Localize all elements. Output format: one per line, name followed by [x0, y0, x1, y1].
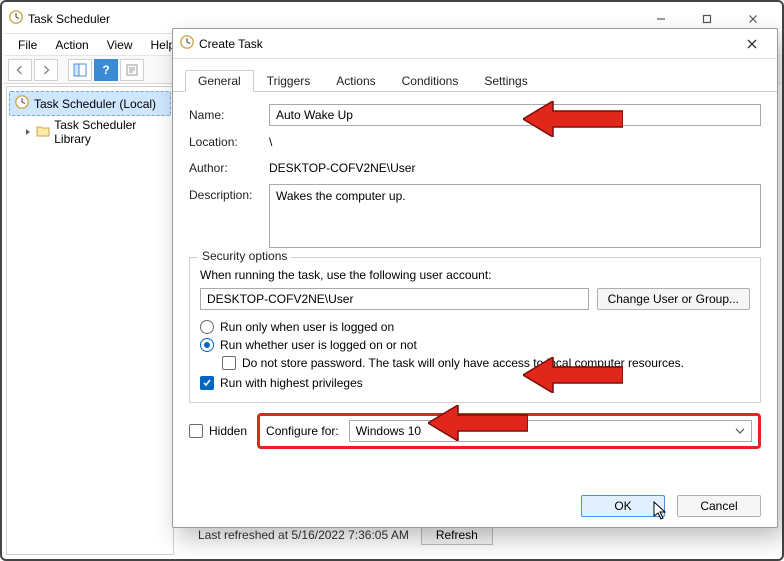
refresh-button[interactable]: Refresh [421, 525, 493, 545]
run-logged-on-label: Run only when user is logged on [220, 320, 394, 334]
security-legend: Security options [198, 249, 291, 263]
toolbar-props-button[interactable] [120, 59, 144, 81]
account-field: DESKTOP-COFV2NE\User [200, 288, 589, 310]
dialog-body: Name: Location: \ Author: DESKTOP-COFV2N… [173, 92, 777, 483]
dialog-close-button[interactable] [733, 32, 771, 56]
chevron-down-icon [735, 426, 745, 437]
caret-right-icon [23, 127, 32, 137]
change-user-button[interactable]: Change User or Group... [597, 288, 750, 310]
hidden-label: Hidden [209, 424, 247, 438]
status-text: Last refreshed at 5/16/2022 7:36:05 AM [198, 528, 409, 542]
toolbar-forward-button[interactable] [34, 59, 58, 81]
tab-actions[interactable]: Actions [323, 70, 388, 91]
create-task-dialog: Create Task General Triggers Actions Con… [172, 28, 778, 528]
menu-action[interactable]: Action [47, 36, 96, 54]
account-prompt: When running the task, use the following… [200, 268, 750, 282]
location-value: \ [269, 132, 761, 152]
checkbox-icon [189, 424, 203, 438]
tree-child-item[interactable]: Task Scheduler Library [9, 116, 171, 148]
checkbox-icon [200, 376, 214, 390]
dialog-tabs: General Triggers Actions Conditions Sett… [173, 59, 777, 92]
highest-privileges-label: Run with highest privileges [220, 376, 363, 390]
dialog-title: Create Task [195, 37, 733, 51]
tree-root-item[interactable]: Task Scheduler (Local) [9, 91, 171, 116]
dialog-buttons: OK Cancel [581, 495, 761, 517]
no-store-password-option[interactable]: Do not store password. The task will onl… [222, 356, 750, 370]
ts-title: Task Scheduler [24, 12, 638, 26]
toolbar-tree-button[interactable] [68, 59, 92, 81]
location-label: Location: [189, 135, 269, 149]
description-input[interactable] [269, 184, 761, 248]
configure-for-select[interactable]: Windows 10 [349, 420, 752, 442]
name-input[interactable] [269, 104, 761, 126]
clock-icon [179, 34, 195, 53]
folder-icon [36, 125, 50, 140]
configure-for-value: Windows 10 [356, 424, 421, 438]
checkbox-icon [222, 356, 236, 370]
highest-privileges-option[interactable]: Run with highest privileges [200, 376, 750, 390]
ts-status-bar: Last refreshed at 5/16/2022 7:36:05 AM R… [198, 525, 493, 545]
configure-for-highlight: Configure for: Windows 10 [257, 413, 761, 449]
run-whether-label: Run whether user is logged on or not [220, 338, 417, 352]
ok-button[interactable]: OK [581, 495, 665, 517]
menu-file[interactable]: File [10, 36, 45, 54]
clock-icon [8, 9, 24, 28]
security-options-group: Security options When running the task, … [189, 257, 761, 403]
author-label: Author: [189, 161, 269, 175]
hidden-option[interactable]: Hidden [189, 424, 247, 438]
clock-icon [14, 94, 30, 113]
radio-icon [200, 320, 214, 334]
run-logged-on-option[interactable]: Run only when user is logged on [200, 320, 750, 334]
author-value: DESKTOP-COFV2NE\User [269, 158, 761, 178]
tab-conditions[interactable]: Conditions [389, 70, 472, 91]
name-label: Name: [189, 108, 269, 122]
run-whether-option[interactable]: Run whether user is logged on or not [200, 338, 750, 352]
tab-settings[interactable]: Settings [471, 70, 540, 91]
tree-child-label: Task Scheduler Library [54, 118, 167, 146]
tree-root-label: Task Scheduler (Local) [34, 97, 156, 111]
menu-view[interactable]: View [99, 36, 141, 54]
no-store-password-label: Do not store password. The task will onl… [242, 356, 684, 370]
toolbar-help-button[interactable]: ? [94, 59, 118, 81]
tab-triggers[interactable]: Triggers [254, 70, 324, 91]
radio-icon [200, 338, 214, 352]
toolbar-back-button[interactable] [8, 59, 32, 81]
description-label: Description: [189, 184, 269, 202]
tab-general[interactable]: General [185, 70, 254, 92]
configure-for-label: Configure for: [266, 424, 339, 438]
cancel-button[interactable]: Cancel [677, 495, 761, 517]
dialog-titlebar: Create Task [173, 29, 777, 59]
ts-tree-panel: Task Scheduler (Local) Task Scheduler Li… [6, 86, 174, 555]
